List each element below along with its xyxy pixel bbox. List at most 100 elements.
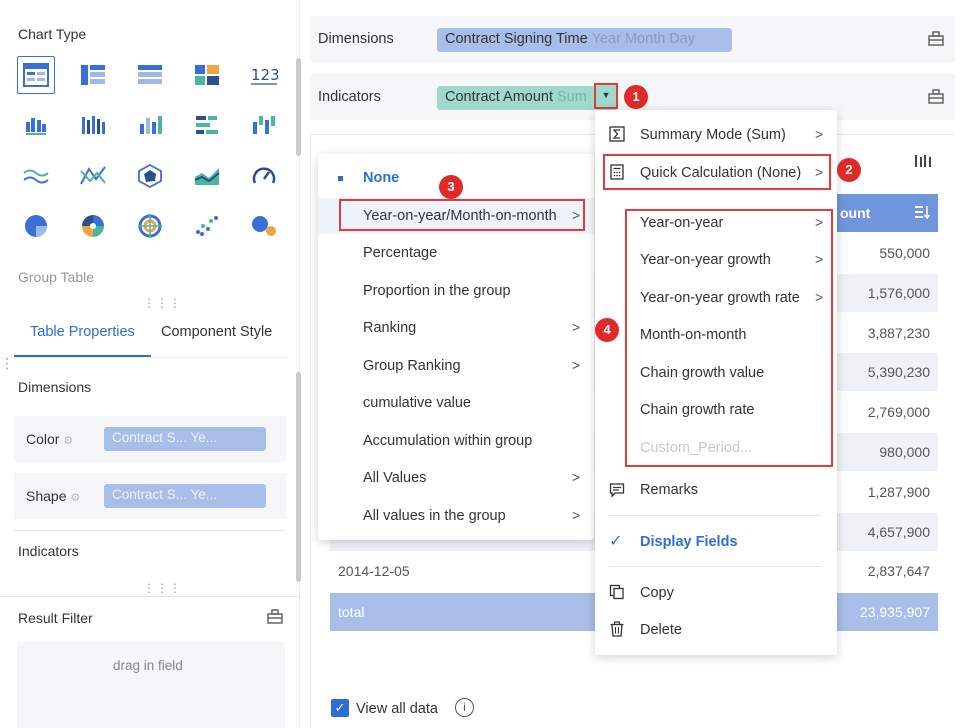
selected-chart-label: Group Table (18, 269, 95, 285)
chevron-right-icon: > (572, 507, 581, 523)
total-label: total (338, 604, 365, 620)
dimension-chip-sub: Year Month Day (591, 31, 696, 47)
checkmark-icon: ✓ (609, 533, 623, 550)
header-label: ount (840, 205, 871, 221)
shape-field-chip[interactable]: Contract S... Ye... (104, 484, 266, 508)
indicators-settings-icon[interactable] (927, 88, 945, 109)
bubble-icon[interactable] (245, 207, 283, 245)
drag-hint: drag in field (113, 658, 183, 673)
row-value: 3,887,230 (867, 324, 930, 341)
shape-row: Shape ⚙ Contract S... Ye... (14, 473, 286, 519)
dimensions-label: Dimensions (318, 31, 394, 47)
dimension-chip-label: Contract Signing Time (445, 31, 588, 47)
tab-table-properties[interactable]: Table Properties (30, 324, 135, 340)
shape-label-text: Shape (26, 488, 67, 504)
dimensions-section-title: Dimensions (18, 379, 92, 395)
chevron-right-icon: > (815, 126, 824, 142)
multi-column-icon[interactable] (74, 106, 112, 144)
color-label-text: Color (26, 431, 60, 447)
row-value: 550,000 (879, 245, 930, 261)
chevron-right-icon: > (572, 357, 581, 373)
menu-delete[interactable]: Delete (640, 622, 682, 638)
chart-type-title: Chart Type (18, 26, 87, 42)
dimensions-bar: Dimensions Contract Signing Time Year Mon… (310, 16, 955, 62)
quick-calc-option[interactable]: None (363, 170, 399, 186)
menu-display-fields[interactable]: Display Fields (640, 534, 738, 550)
indicators-section-title: Indicators (18, 543, 79, 559)
row-date: 2014-12-05 (338, 563, 410, 580)
row-value: 980,000 (879, 444, 930, 460)
property-tabs: Table Properties Component Style (0, 306, 288, 358)
filter-drop-zone[interactable]: drag in field (17, 642, 285, 728)
table-header-amount[interactable]: ount (830, 194, 938, 232)
quick-calc-option[interactable]: Ranking (363, 320, 416, 336)
quick-calc-option[interactable]: Percentage (363, 245, 437, 261)
stacked-column-icon[interactable] (245, 106, 283, 144)
indicator-field-chip[interactable]: Contract Amount Sum (437, 86, 617, 110)
view-all-checkbox[interactable]: ✓ (331, 699, 349, 717)
column-chart-icon[interactable] (131, 106, 169, 144)
row-value: 2,769,000 (867, 404, 930, 421)
settings-icon[interactable]: ⚙ (63, 435, 73, 447)
line-cross-icon[interactable] (74, 157, 112, 195)
tab-underline (14, 355, 151, 357)
scatter-icon[interactable] (188, 207, 226, 245)
menu-copy[interactable]: Copy (640, 585, 674, 601)
ring-target-icon[interactable] (131, 207, 169, 245)
copy-icon (609, 584, 625, 603)
gauge-icon[interactable] (245, 157, 283, 195)
group-table-icon[interactable] (17, 56, 55, 94)
detail-table-icon[interactable] (131, 56, 169, 94)
section-divider (0, 596, 300, 597)
view-all-label[interactable]: View all data (356, 701, 438, 717)
indicator-chip-sub: Sum (557, 89, 587, 105)
quick-calc-option[interactable]: Accumulation within group (363, 433, 532, 449)
step-badge-1: 1 (624, 85, 648, 109)
drag-handle-icon[interactable]: ⋮⋮⋮ (143, 582, 182, 594)
section-divider (14, 530, 286, 531)
menu-summary-mode[interactable]: Summary Mode (Sum) (640, 127, 786, 143)
row-value: 2,837,647 (867, 563, 930, 580)
quick-calc-option[interactable]: All values in the group (363, 508, 506, 524)
filter-settings-icon[interactable] (266, 608, 284, 629)
info-icon[interactable]: i (455, 698, 474, 717)
color-label: Color ⚙ (26, 431, 73, 447)
radar-icon[interactable] (131, 157, 169, 195)
dimensions-settings-icon[interactable] (927, 30, 945, 51)
total-value: 23,935,907 (859, 604, 930, 620)
pie-chart-icon[interactable] (17, 207, 55, 245)
dimension-field-chip[interactable]: Contract Signing Time Year Month Day (437, 28, 732, 52)
chevron-right-icon: > (572, 319, 581, 335)
indicator-dropdown-caret-icon[interactable]: ▼ (594, 83, 618, 109)
tab-component-style[interactable]: Component Style (161, 324, 272, 340)
number-card-icon[interactable]: 123 (245, 56, 283, 94)
row-value: 1,576,000 (867, 284, 930, 301)
grouped-bar-icon[interactable] (17, 106, 55, 144)
wave-line-icon[interactable] (17, 157, 55, 195)
properties-scrollbar[interactable] (296, 372, 301, 582)
svg-text:123: 123 (251, 66, 278, 84)
donut-pie-icon[interactable] (74, 207, 112, 245)
kpi-blocks-icon[interactable] (188, 56, 226, 94)
chart-type-scrollbar[interactable] (296, 58, 301, 156)
quick-calc-option[interactable]: Proportion in the group (363, 283, 511, 299)
side-resize-handle-icon[interactable]: ⋮ (0, 356, 15, 370)
trash-icon (609, 621, 625, 640)
quick-calc-option[interactable]: All Values (363, 470, 426, 486)
row-value: 1,287,900 (867, 483, 930, 500)
horizontal-bar-icon[interactable] (188, 106, 226, 144)
quick-calc-option[interactable]: Group Ranking (363, 358, 461, 374)
menu-remarks[interactable]: Remarks (640, 482, 698, 498)
area-chart-icon[interactable] (188, 157, 226, 195)
quick-calc-option[interactable]: cumulative value (363, 395, 471, 411)
settings-icon[interactable]: ⚙ (70, 492, 80, 504)
chevron-right-icon: > (572, 469, 581, 485)
color-row: Color ⚙ Contract S... Ye... (14, 416, 286, 462)
step-badge-2: 2 (837, 158, 861, 182)
step-badge-4: 4 (595, 318, 619, 342)
sort-icon[interactable] (914, 204, 931, 223)
annotation-box-2 (603, 154, 831, 190)
color-field-chip[interactable]: Contract S... Ye... (104, 427, 266, 451)
column-settings-icon[interactable] (914, 152, 932, 173)
cross-table-icon[interactable] (74, 56, 112, 94)
